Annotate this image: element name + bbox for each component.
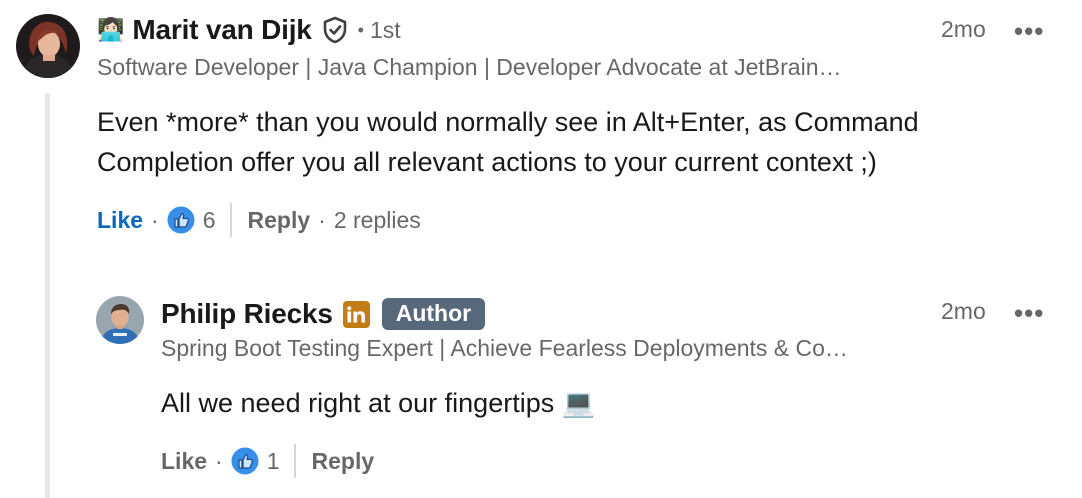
reaction-count[interactable]: 6 [203,207,216,234]
replies-count[interactable]: 2 replies [334,207,421,234]
author-name[interactable]: Marit van Dijk [132,14,311,46]
divider [293,444,296,478]
like-button[interactable]: Like [161,448,207,475]
avatar[interactable] [96,296,144,344]
like-button[interactable]: Like [97,207,143,234]
separator-dot: · [215,447,223,474]
timestamp: 2mo [941,16,986,42]
connection-degree: • 1st [358,17,401,44]
divider [229,203,232,237]
linkedin-in-icon [342,300,370,328]
degree-dot: • [357,19,364,40]
thumbs-up-reaction-icon[interactable] [231,447,259,475]
comment-text: Even *more* than you would normally see … [97,102,919,182]
reply-actions: Like · 1 Reply [161,444,374,478]
reply-button[interactable]: Reply [248,207,311,234]
thumbs-up-reaction-icon[interactable] [167,206,195,234]
degree-label: 1st [369,16,401,43]
separator-dot: · [151,206,159,233]
comment-text-line: Even *more* than you would normally see … [97,107,919,137]
reply-header: Philip Riecks Author [161,298,486,330]
comment-header: 👩🏻‍💻 Marit van Dijk • 1st [97,14,401,46]
shield-check-icon [322,16,348,44]
thread-line [45,93,50,498]
author-emoji: 👩🏻‍💻 [97,17,125,42]
author-name[interactable]: Philip Riecks [161,298,333,330]
avatar[interactable] [16,14,80,78]
more-options-button[interactable]: ••• [1014,300,1044,326]
author-badge: Author [381,298,486,330]
author-headline: Spring Boot Testing Expert | Achieve Fea… [161,335,848,361]
reply-button[interactable]: Reply [312,448,375,475]
more-options-button[interactable]: ••• [1014,18,1044,44]
timestamp: 2mo [941,298,986,324]
separator-dot: · [318,206,326,233]
comment-actions: Like · 6 Reply · 2 replies [97,203,421,237]
reaction-count[interactable]: 1 [267,448,280,475]
author-headline: Software Developer | Java Champion | Dev… [97,54,842,80]
reply-text: All we need right at our fingertips 💻 [161,388,596,418]
comment-text-line: Completion offer you all relevant action… [97,147,877,177]
comments-thread: 👩🏻‍💻 Marit van Dijk • 1st 2mo ••• Softwar… [0,0,1082,498]
